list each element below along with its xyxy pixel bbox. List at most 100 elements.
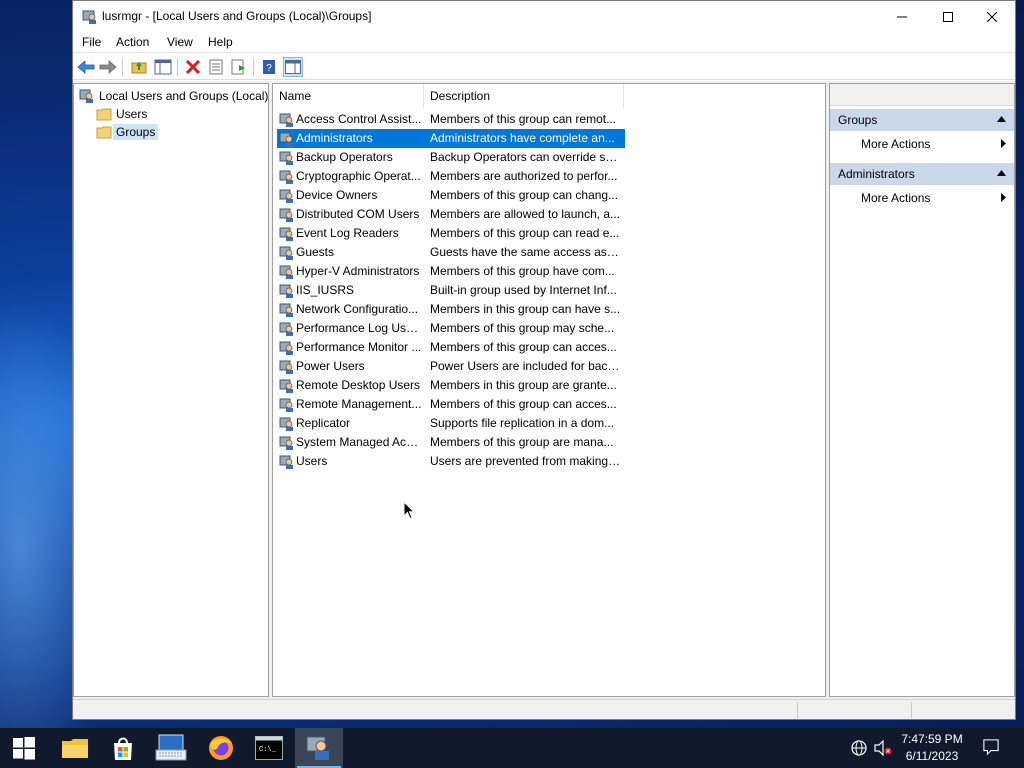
administrators-more-actions[interactable]: More Actions xyxy=(830,187,1014,209)
group-icon xyxy=(279,455,293,469)
group-name: IIS_IUSRS xyxy=(296,283,355,297)
tree-users-label: Users xyxy=(116,107,148,121)
cmd-icon: C:\_ xyxy=(255,736,283,760)
group-name: Performance Log Users xyxy=(296,321,422,335)
actions-header-groups[interactable]: Groups xyxy=(830,109,1014,131)
group-description: Power Users are included for back... xyxy=(430,359,621,373)
firefox-icon xyxy=(209,736,233,760)
groups-list-pane[interactable]: Name Description Access Control Assist..… xyxy=(272,83,826,697)
maximize-icon xyxy=(943,11,953,22)
taskbar-command-prompt[interactable]: C:\_ xyxy=(245,728,293,768)
group-row[interactable]: Remote Desktop Users Members in this grou… xyxy=(277,376,625,395)
start-button[interactable] xyxy=(0,728,48,768)
notification-icon[interactable] xyxy=(982,739,1000,755)
collapse-caret-icon xyxy=(997,170,1006,176)
action-pane-icon xyxy=(285,60,301,74)
tree-root-label: Local Users and Groups (Local) xyxy=(99,89,269,103)
actions-pane-header xyxy=(830,84,1014,106)
group-name: Remote Management... xyxy=(296,397,422,411)
group-icon xyxy=(279,151,293,165)
group-row[interactable]: Remote Management... Members of this grou… xyxy=(277,395,625,414)
group-icon xyxy=(279,303,293,317)
actions-header-administrators[interactable]: Administrators xyxy=(830,163,1014,185)
group-name: Distributed COM Users xyxy=(296,207,420,221)
menu-action[interactable]: Action xyxy=(116,35,149,49)
group-icon xyxy=(279,398,293,412)
close-button[interactable] xyxy=(969,1,1015,32)
menu-help[interactable]: Help xyxy=(208,35,233,49)
group-row[interactable]: IIS_IUSRS Built-in group used by Internet… xyxy=(277,281,625,300)
group-row[interactable]: Administrators Administrators have comple… xyxy=(277,129,625,148)
group-icon xyxy=(279,284,293,298)
group-row[interactable]: Guests Guests have the same access as m..… xyxy=(277,243,625,262)
group-icon xyxy=(279,227,293,241)
group-row[interactable]: Network Configuratio... Members in this g… xyxy=(277,300,625,319)
forward-button[interactable] xyxy=(98,57,118,77)
group-description: Members of this group can acces... xyxy=(430,397,617,411)
group-name: Replicator xyxy=(296,416,351,430)
svg-text:?: ? xyxy=(266,63,272,74)
title-bar[interactable]: lusrmgr - [Local Users and Groups (Local… xyxy=(73,1,1015,32)
taskbar-firefox[interactable] xyxy=(197,728,245,768)
column-header-description[interactable]: Description xyxy=(424,84,624,108)
menu-file[interactable]: File xyxy=(82,35,101,49)
group-row[interactable]: Performance Log Users Members of this gro… xyxy=(277,319,625,338)
group-name: Guests xyxy=(296,245,335,259)
taskbar-file-explorer[interactable] xyxy=(51,728,99,768)
group-row[interactable]: Performance Monitor ... Members of this g… xyxy=(277,338,625,357)
taskbar-clock[interactable]: 7:47:59 PM 6/11/2023 xyxy=(896,731,968,765)
group-row[interactable]: Access Control Assist... Members of this … xyxy=(277,110,625,129)
group-description: Members of this group can remot... xyxy=(430,112,617,126)
keyboard-icon xyxy=(155,734,187,761)
export-list-button[interactable] xyxy=(229,57,249,77)
back-button[interactable] xyxy=(76,57,96,77)
svg-text:C:\_: C:\_ xyxy=(259,746,277,754)
show-hide-action-pane-button[interactable] xyxy=(283,57,303,77)
up-one-level-button[interactable] xyxy=(129,57,149,77)
folder-icon xyxy=(96,126,112,139)
group-row[interactable]: Replicator Supports file replication in a… xyxy=(277,414,625,433)
delete-button[interactable] xyxy=(183,57,203,77)
taskbar-lusrmgr[interactable] xyxy=(295,728,343,768)
collapse-caret-icon xyxy=(997,116,1006,122)
console-tree-icon xyxy=(154,59,172,75)
actions-administrators-label: Administrators xyxy=(838,167,915,181)
column-header-name[interactable]: Name xyxy=(273,84,424,108)
help-button[interactable]: ? xyxy=(259,57,279,77)
tree-item-users[interactable]: Users xyxy=(96,105,147,123)
folder-icon xyxy=(96,108,112,121)
maximize-button[interactable] xyxy=(925,1,971,32)
taskbar-store[interactable] xyxy=(99,728,147,768)
group-description: Members of this group can chang... xyxy=(430,188,619,202)
properties-button[interactable] xyxy=(206,57,226,77)
group-name: Performance Monitor ... xyxy=(296,340,422,354)
close-icon xyxy=(987,11,997,22)
group-description: Users are prevented from making ... xyxy=(430,454,621,468)
group-row[interactable]: Distributed COM Users Members are allowed… xyxy=(277,205,625,224)
group-name: Backup Operators xyxy=(296,150,393,164)
group-row[interactable]: Users Users are prevented from making ... xyxy=(277,452,625,471)
group-row[interactable]: Event Log Readers Members of this group c… xyxy=(277,224,625,243)
group-row[interactable]: Device Owners Members of this group can c… xyxy=(277,186,625,205)
toolbar: ? xyxy=(73,54,1015,80)
help-book-icon: ? xyxy=(263,60,275,74)
show-hide-console-tree-button[interactable] xyxy=(153,57,173,77)
minimize-button[interactable] xyxy=(879,1,925,32)
group-row[interactable]: Power Users Power Users are included for … xyxy=(277,357,625,376)
group-row[interactable]: Backup Operators Backup Operators can ove… xyxy=(277,148,625,167)
console-tree-pane[interactable]: Local Users and Groups (Local) Users Gro… xyxy=(73,83,269,697)
submenu-arrow-icon xyxy=(1001,193,1006,202)
group-row[interactable]: Hyper-V Administrators Members of this gr… xyxy=(277,262,625,281)
group-description: Members of this group can read e... xyxy=(430,226,620,240)
group-row[interactable]: Cryptographic Operat... Members are autho… xyxy=(277,167,625,186)
tree-root-local-users-and-groups[interactable]: Local Users and Groups (Local) xyxy=(79,87,268,105)
network-icon[interactable] xyxy=(850,740,868,756)
volume-muted-icon[interactable] xyxy=(874,740,892,756)
tree-item-groups[interactable]: Groups xyxy=(96,123,159,141)
delete-x-icon xyxy=(186,60,200,74)
taskbar-on-screen-keyboard[interactable] xyxy=(147,728,195,768)
group-description: Members in this group are grante... xyxy=(430,378,617,392)
menu-view[interactable]: View xyxy=(167,35,193,49)
groups-more-actions[interactable]: More Actions xyxy=(830,133,1014,155)
group-row[interactable]: System Managed Acc... Members of this gro… xyxy=(277,433,625,452)
